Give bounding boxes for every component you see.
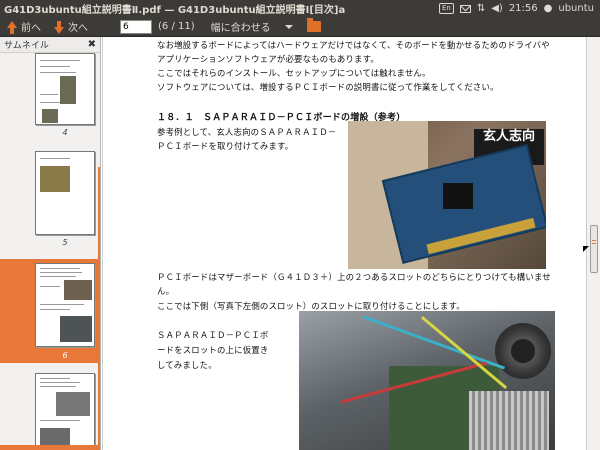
page-thumbnail bbox=[35, 53, 95, 125]
thumbnail-sidebar: サムネイル ✖ 4 5 6 bbox=[0, 37, 101, 450]
mail-icon[interactable] bbox=[459, 4, 471, 13]
pci-board-photo: 玄人志向 bbox=[348, 121, 546, 269]
motherboard-photo bbox=[299, 311, 555, 450]
user-name[interactable]: ubuntu bbox=[558, 3, 594, 14]
text-line: ＰＣＩボードはマザーボード（Ｇ４１Ｄ３＋）上の２つあるスロットのどちらにとりつけ… bbox=[157, 272, 551, 282]
page-thumbnail bbox=[35, 263, 95, 347]
page-thumbnail bbox=[35, 373, 95, 450]
mouse-cursor-icon bbox=[583, 246, 589, 252]
arrow-up-icon bbox=[6, 20, 18, 34]
text-line: ードをスロットの上に仮置き bbox=[157, 345, 269, 355]
sidebar-header: サムネイル ✖ bbox=[0, 37, 100, 53]
page-count: (6 / 11) bbox=[158, 21, 195, 32]
thumbnail-page-6[interactable]: 6 bbox=[0, 259, 100, 363]
keyboard-indicator[interactable]: En bbox=[438, 3, 454, 14]
thumbnail-list: 4 5 6 bbox=[0, 53, 100, 450]
volume-icon[interactable]: ◀) bbox=[491, 3, 503, 14]
text-line: ん。 bbox=[157, 286, 175, 296]
page-number-input[interactable] bbox=[120, 19, 152, 34]
close-icon[interactable]: ✖ bbox=[88, 39, 96, 50]
previous-page-button[interactable]: 前へ bbox=[0, 17, 47, 37]
pdf-page: なお増設するボードによってはハードウェアだけではなくて、そのボードを動かせるため… bbox=[107, 37, 577, 450]
window-title: G41D3ubuntu組立説明書Ⅱ.pdf — G41D3ubuntu組立説明書… bbox=[4, 5, 346, 16]
text-line: ソフトウェアについては、増設するＰＣＩボードの説明書に従って作業をしてください。 bbox=[157, 82, 499, 92]
thumbnail-label: 5 bbox=[62, 238, 68, 247]
text-line: 参考例として、玄人志向のＳＡＰＡＲＡＩＤ－ bbox=[157, 127, 337, 137]
page-thumbnail bbox=[35, 151, 95, 235]
next-page-label: 次へ bbox=[68, 23, 88, 34]
document-view[interactable]: なお増設するボードによってはハードウェアだけではなくて、そのボードを動かせるため… bbox=[102, 37, 586, 450]
panel-indicators: En ⇅ ◀) 21:56 ● ubuntu bbox=[438, 3, 600, 14]
window-title-bar: G41D3ubuntu組立説明書Ⅱ.pdf — G41D3ubuntu組立説明書… bbox=[0, 0, 600, 17]
previous-page-label: 前へ bbox=[21, 23, 41, 34]
thumbnail-label: 6 bbox=[62, 351, 68, 360]
user-icon: ● bbox=[543, 3, 553, 14]
text-line: アプリケーションソフトウェアが必要なものもあります。 bbox=[157, 54, 379, 64]
folder-icon[interactable] bbox=[306, 18, 321, 32]
scrollbar-thumb[interactable] bbox=[590, 225, 598, 273]
text-line: ＰＣＩボードを取り付けてみます。 bbox=[157, 141, 294, 151]
zoom-select[interactable]: 幅に合わせる bbox=[211, 19, 293, 34]
text-line: なお増設するボードによってはハードウェアだけではなくて、そのボードを動かせるため… bbox=[157, 40, 550, 50]
zoom-label: 幅に合わせる bbox=[210, 23, 271, 34]
sidebar-title: サムネイル bbox=[4, 41, 49, 51]
text-line: してみました。 bbox=[157, 360, 217, 370]
sidebar-bottom-bar bbox=[0, 445, 100, 450]
document-scrollbar[interactable] bbox=[586, 37, 600, 450]
arrow-down-icon bbox=[53, 20, 65, 34]
chevron-down-icon bbox=[284, 24, 293, 29]
text-line: ここではそれらのインストール、セットアップについては触れません。 bbox=[157, 68, 431, 78]
network-icon[interactable]: ⇅ bbox=[477, 3, 485, 14]
clock[interactable]: 21:56 bbox=[509, 3, 538, 14]
document-toolbar: 前へ 次へ (6 / 11) 幅に合わせる bbox=[0, 17, 600, 37]
thumbnail-label: 4 bbox=[62, 128, 68, 137]
next-page-button[interactable]: 次へ bbox=[47, 17, 94, 37]
text-line: ＳＡＰＡＲＡＩＤ－ＰＣＩボ bbox=[157, 330, 269, 340]
